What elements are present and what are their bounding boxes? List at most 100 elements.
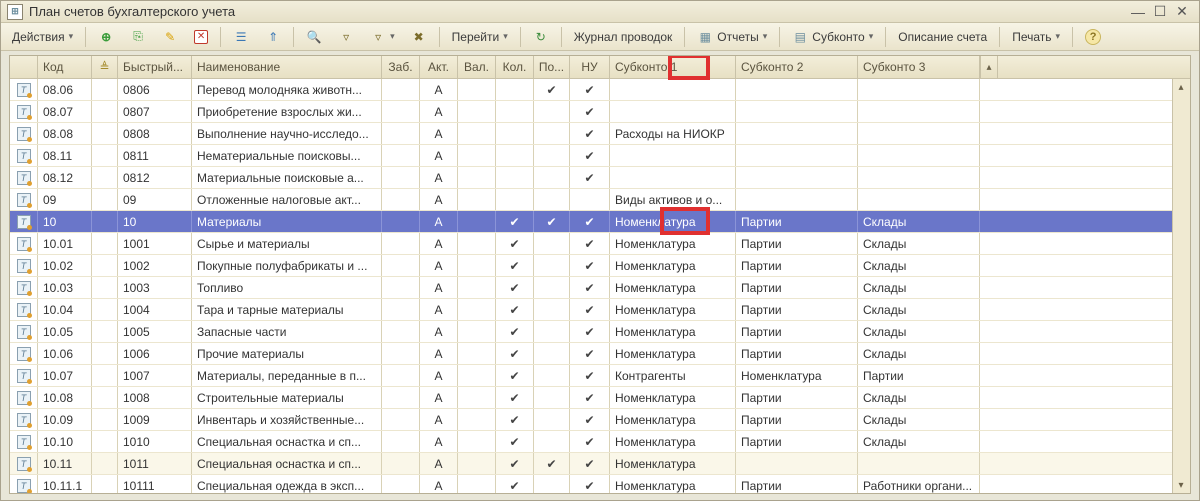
cell-nu: ✔ (570, 299, 610, 320)
add-copy-button[interactable]: ⎘ (123, 26, 153, 48)
print-label: Печать (1012, 30, 1051, 44)
account-icon: T (17, 435, 31, 449)
table-row[interactable]: T10.061006Прочие материалыА✔✔Номенклатур… (10, 343, 1190, 365)
cell-subkonto3: Склады (858, 343, 980, 364)
table-row[interactable]: T08.120812Материальные поисковые а...А✔ (10, 167, 1190, 189)
col-subkonto1[interactable]: Субконто 1 (610, 56, 736, 78)
account-icon: T (17, 281, 31, 295)
row-icon-cell: T (10, 299, 38, 320)
vertical-scrollbar[interactable]: ▴ ▾ (1172, 79, 1190, 493)
cell-fast: 09 (118, 189, 192, 210)
scroll-up-button[interactable]: ▴ (1173, 79, 1189, 95)
col-kol[interactable]: Кол. (496, 56, 534, 78)
actions-label: Действия (12, 30, 65, 44)
col-sort-indicator[interactable]: ≜ (92, 56, 118, 78)
add-button[interactable]: ⊕ (91, 26, 121, 48)
cell-zab (382, 255, 420, 276)
cell-subkonto3 (858, 453, 980, 474)
delete-button[interactable]: ✕ (187, 26, 215, 48)
find-button[interactable]: 🔍 (299, 26, 329, 48)
table-row[interactable]: T10.091009Инвентарь и хозяйственные...А✔… (10, 409, 1190, 431)
cell-zab (382, 79, 420, 100)
table-row[interactable]: T10.101010Специальная оснастка и сп...А✔… (10, 431, 1190, 453)
col-subkonto3[interactable]: Субконто 3 (858, 56, 980, 78)
col-akt[interactable]: Акт. (420, 56, 458, 78)
cell-kod: 10.09 (38, 409, 92, 430)
col-subkonto2[interactable]: Субконто 2 (736, 56, 858, 78)
level-up-button[interactable]: ⇑ (258, 26, 288, 48)
cell-name: Запасные части (192, 321, 382, 342)
col-icon[interactable] (10, 56, 38, 78)
filter-button[interactable]: ▿ (331, 26, 361, 48)
table-row[interactable]: T08.060806Перевод молодняка животн...А✔✔ (10, 79, 1190, 101)
refresh-button[interactable]: ↻ (526, 26, 556, 48)
cell-kod: 10.05 (38, 321, 92, 342)
edit-button[interactable]: ✎ (155, 26, 185, 48)
table-row[interactable]: T10.051005Запасные частиА✔✔НоменклатураП… (10, 321, 1190, 343)
col-zab[interactable]: Заб. (382, 56, 420, 78)
hierarchy-button[interactable]: ☰ (226, 26, 256, 48)
journal-button[interactable]: Журнал проводок (567, 26, 680, 48)
cell-sort (92, 233, 118, 254)
accounts-grid: Код ≜ Быстрый... Наименование Заб. Акт. … (9, 55, 1191, 494)
subkonto-menu[interactable]: ▤ Субконто ▾ (785, 26, 880, 48)
table-row[interactable]: T1010МатериалыА✔✔✔НоменклатураПартииСкла… (10, 211, 1190, 233)
report-icon: ▦ (697, 29, 713, 45)
clear-filter-button[interactable]: ✖ (404, 26, 434, 48)
col-fast[interactable]: Быстрый... (118, 56, 192, 78)
cell-sort (92, 453, 118, 474)
table-row[interactable]: T10.11.110111Специальная одежда в эксп..… (10, 475, 1190, 493)
print-menu[interactable]: Печать ▾ (1005, 26, 1067, 48)
cell-zab (382, 299, 420, 320)
row-icon-cell: T (10, 211, 38, 232)
cell-nu: ✔ (570, 387, 610, 408)
actions-menu[interactable]: Действия ▾ (5, 26, 80, 48)
description-button[interactable]: Описание счета (891, 26, 994, 48)
scroll-up-icon[interactable]: ▴ (986, 59, 992, 75)
table-row[interactable]: T10.021002Покупные полуфабрикаты и ...А✔… (10, 255, 1190, 277)
table-row[interactable]: T10.011001Сырье и материалыА✔✔Номенклату… (10, 233, 1190, 255)
cell-subkonto3: Склады (858, 233, 980, 254)
table-row[interactable]: T08.080808Выполнение научно-исследо...А✔… (10, 123, 1190, 145)
col-po[interactable]: По... (534, 56, 570, 78)
account-icon: T (17, 303, 31, 317)
table-row[interactable]: T08.110811Нематериальные поисковы...А✔ (10, 145, 1190, 167)
cell-fast: 1010 (118, 431, 192, 452)
account-icon: T (17, 457, 31, 471)
caret-icon: ▾ (763, 31, 768, 42)
col-val[interactable]: Вал. (458, 56, 496, 78)
cell-subkonto1: Виды активов и о... (610, 189, 736, 210)
row-icon-cell: T (10, 101, 38, 122)
cell-sort (92, 277, 118, 298)
minimize-button[interactable]: — (1127, 3, 1149, 21)
cell-kol (496, 167, 534, 188)
table-row[interactable]: T0909Отложенные налоговые акт...АВиды ак… (10, 189, 1190, 211)
col-nu[interactable]: НУ (570, 56, 610, 78)
cell-kol: ✔ (496, 277, 534, 298)
cell-name: Прочие материалы (192, 343, 382, 364)
cell-sort (92, 387, 118, 408)
table-row[interactable]: T08.070807Приобретение взрослых жи...А✔ (10, 101, 1190, 123)
table-row[interactable]: T10.071007Материалы, переданные в п...А✔… (10, 365, 1190, 387)
cell-po (534, 321, 570, 342)
table-row[interactable]: T10.041004Тара и тарные материалыА✔✔Номе… (10, 299, 1190, 321)
maximize-button[interactable]: ☐ (1149, 3, 1171, 21)
help-button[interactable]: ? (1078, 26, 1108, 48)
table-row[interactable]: T10.111011Специальная оснастка и сп...А✔… (10, 453, 1190, 475)
reports-menu[interactable]: ▦ Отчеты ▾ (690, 26, 774, 48)
close-button[interactable]: ✕ (1171, 3, 1193, 21)
filter-menu-button[interactable]: ▿▾ (363, 26, 402, 48)
grid-body[interactable]: ▴ ▾ T08.060806Перевод молодняка животн..… (10, 79, 1190, 493)
col-name[interactable]: Наименование (192, 56, 382, 78)
table-row[interactable]: T10.031003ТопливоА✔✔НоменклатураПартииСк… (10, 277, 1190, 299)
delete-icon: ✕ (194, 30, 208, 44)
cell-kod: 08.11 (38, 145, 92, 166)
cell-zab (382, 145, 420, 166)
cell-name: Нематериальные поисковы... (192, 145, 382, 166)
cell-sort (92, 255, 118, 276)
col-kod[interactable]: Код (38, 56, 92, 78)
cell-akt: А (420, 431, 458, 452)
goto-menu[interactable]: Перейти ▾ (445, 26, 515, 48)
scroll-down-button[interactable]: ▾ (1173, 477, 1189, 493)
table-row[interactable]: T10.081008Строительные материалыА✔✔Номен… (10, 387, 1190, 409)
